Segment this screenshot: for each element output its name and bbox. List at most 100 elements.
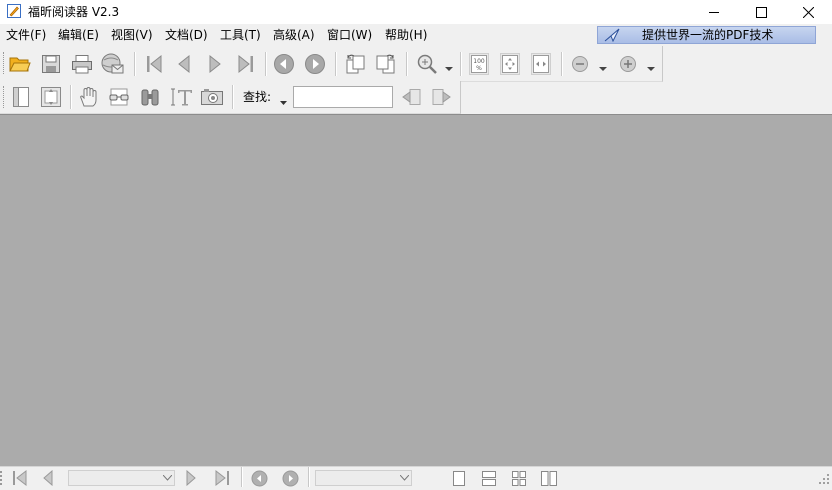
menu-advanced[interactable]: 高级(A): [273, 28, 315, 42]
toolbar-separator: [134, 52, 136, 76]
back-icon: [251, 470, 268, 487]
status-previous-page-button[interactable]: [42, 469, 54, 489]
first-page-button[interactable]: [142, 52, 166, 76]
hand-tool-button[interactable]: [77, 85, 101, 109]
zoom-tool-button[interactable]: [415, 52, 439, 76]
close-icon: [802, 6, 814, 18]
resize-grip-icon[interactable]: [818, 473, 830, 488]
fit-visible-icon: [41, 87, 61, 107]
continuous-facing-button[interactable]: [541, 471, 557, 489]
rotate-right-button[interactable]: [374, 52, 398, 76]
menu-view[interactable]: 视图(V): [111, 28, 153, 42]
find-previous-icon: [402, 89, 421, 105]
continuous-icon: [482, 471, 496, 486]
find-next-button[interactable]: [430, 85, 454, 109]
find-button[interactable]: [138, 85, 162, 109]
chevron-down-icon: [599, 67, 607, 71]
menu-window[interactable]: 窗口(W): [327, 28, 372, 42]
find-binoculars-icon: [141, 89, 159, 106]
zoom-tool-dropdown[interactable]: [445, 61, 453, 75]
bookmark-button[interactable]: [9, 85, 33, 109]
hand-tool-icon: [80, 86, 97, 107]
zoom-in-dropdown[interactable]: [647, 61, 655, 75]
save-icon: [42, 55, 60, 73]
menu-tools[interactable]: 工具(T): [220, 28, 261, 42]
previous-page-button[interactable]: [172, 52, 196, 76]
actual-size-icon: 100%: [471, 55, 487, 73]
chevron-down-icon: [445, 67, 453, 71]
menu-edit[interactable]: 编辑(E): [58, 28, 99, 42]
maximize-icon: [755, 6, 767, 18]
find-previous-button[interactable]: [399, 85, 423, 109]
status-first-page-button[interactable]: [12, 469, 28, 489]
open-button[interactable]: [8, 52, 32, 76]
text-select-button[interactable]: [170, 85, 194, 109]
find-next-icon: [432, 89, 451, 105]
back-button[interactable]: [272, 52, 296, 76]
toolbar-separator: [265, 52, 267, 76]
facing-icon: [512, 471, 526, 486]
zoom-in-button[interactable]: [616, 52, 640, 76]
previous-page-icon: [43, 469, 53, 487]
menu-file[interactable]: 文件(F): [6, 28, 46, 42]
single-page-button[interactable]: [453, 471, 465, 489]
next-page-icon: [186, 469, 196, 487]
first-page-icon: [147, 54, 162, 74]
status-forward-button[interactable]: [282, 470, 299, 490]
next-page-icon: [209, 54, 221, 74]
last-page-icon: [215, 469, 229, 487]
forward-button[interactable]: [303, 52, 327, 76]
continuous-button[interactable]: [482, 471, 496, 489]
app-logo-icon: [7, 4, 21, 18]
zoom-in-tool-icon: [417, 54, 437, 74]
fit-page-icon: [502, 55, 518, 73]
toolbar-grip[interactable]: [3, 52, 7, 74]
zoom-dropdown[interactable]: [397, 471, 411, 485]
rotate-left-button[interactable]: [343, 52, 367, 76]
snapshot-glasses-icon: [109, 88, 129, 106]
status-back-button[interactable]: [251, 470, 268, 490]
facing-button[interactable]: [512, 471, 526, 489]
actual-size-label: 100: [473, 58, 485, 65]
toolbar-grip[interactable]: [3, 86, 7, 108]
print-button[interactable]: [70, 52, 94, 76]
zoom-out-dropdown[interactable]: [599, 61, 607, 75]
fit-width-icon: [533, 55, 549, 73]
email-icon: [101, 53, 124, 74]
page-number-combo[interactable]: [68, 470, 175, 486]
chevron-down-icon: [399, 475, 409, 481]
status-last-page-button[interactable]: [214, 469, 230, 489]
search-input[interactable]: [293, 86, 393, 108]
zoom-out-icon: [572, 56, 588, 72]
close-button[interactable]: [785, 0, 831, 24]
minimize-icon: [709, 12, 719, 13]
menu-document[interactable]: 文档(D): [165, 28, 208, 42]
search-options-dropdown[interactable]: [280, 94, 287, 108]
page-number-dropdown[interactable]: [160, 471, 174, 485]
snapshot-glasses-button[interactable]: [107, 85, 131, 109]
zoom-out-button[interactable]: [568, 52, 592, 76]
email-button[interactable]: [100, 52, 124, 76]
status-next-page-button[interactable]: [185, 469, 197, 489]
fit-width-button[interactable]: [531, 53, 551, 75]
maximize-button[interactable]: [738, 0, 784, 24]
ad-banner-text: 提供世界一流的PDF技术: [642, 28, 774, 42]
last-page-button[interactable]: [234, 52, 258, 76]
save-button[interactable]: [39, 52, 63, 76]
status-grip[interactable]: [0, 471, 7, 485]
next-page-button[interactable]: [203, 52, 227, 76]
toolbar-separator: [561, 52, 563, 76]
toolbar-separator: [335, 52, 337, 76]
fit-visible-button[interactable]: [39, 85, 63, 109]
toolbar-separator: [460, 52, 462, 76]
actual-size-button[interactable]: 100%: [469, 53, 489, 75]
single-page-icon: [453, 471, 465, 486]
menu-help[interactable]: 帮助(H): [385, 28, 427, 42]
snapshot-button[interactable]: [200, 85, 224, 109]
fit-page-button[interactable]: [500, 53, 520, 75]
status-separator: [241, 467, 243, 487]
minimize-button[interactable]: [691, 0, 737, 24]
chevron-down-icon: [162, 475, 172, 481]
document-area[interactable]: [0, 114, 832, 466]
text-select-icon: [171, 88, 192, 106]
